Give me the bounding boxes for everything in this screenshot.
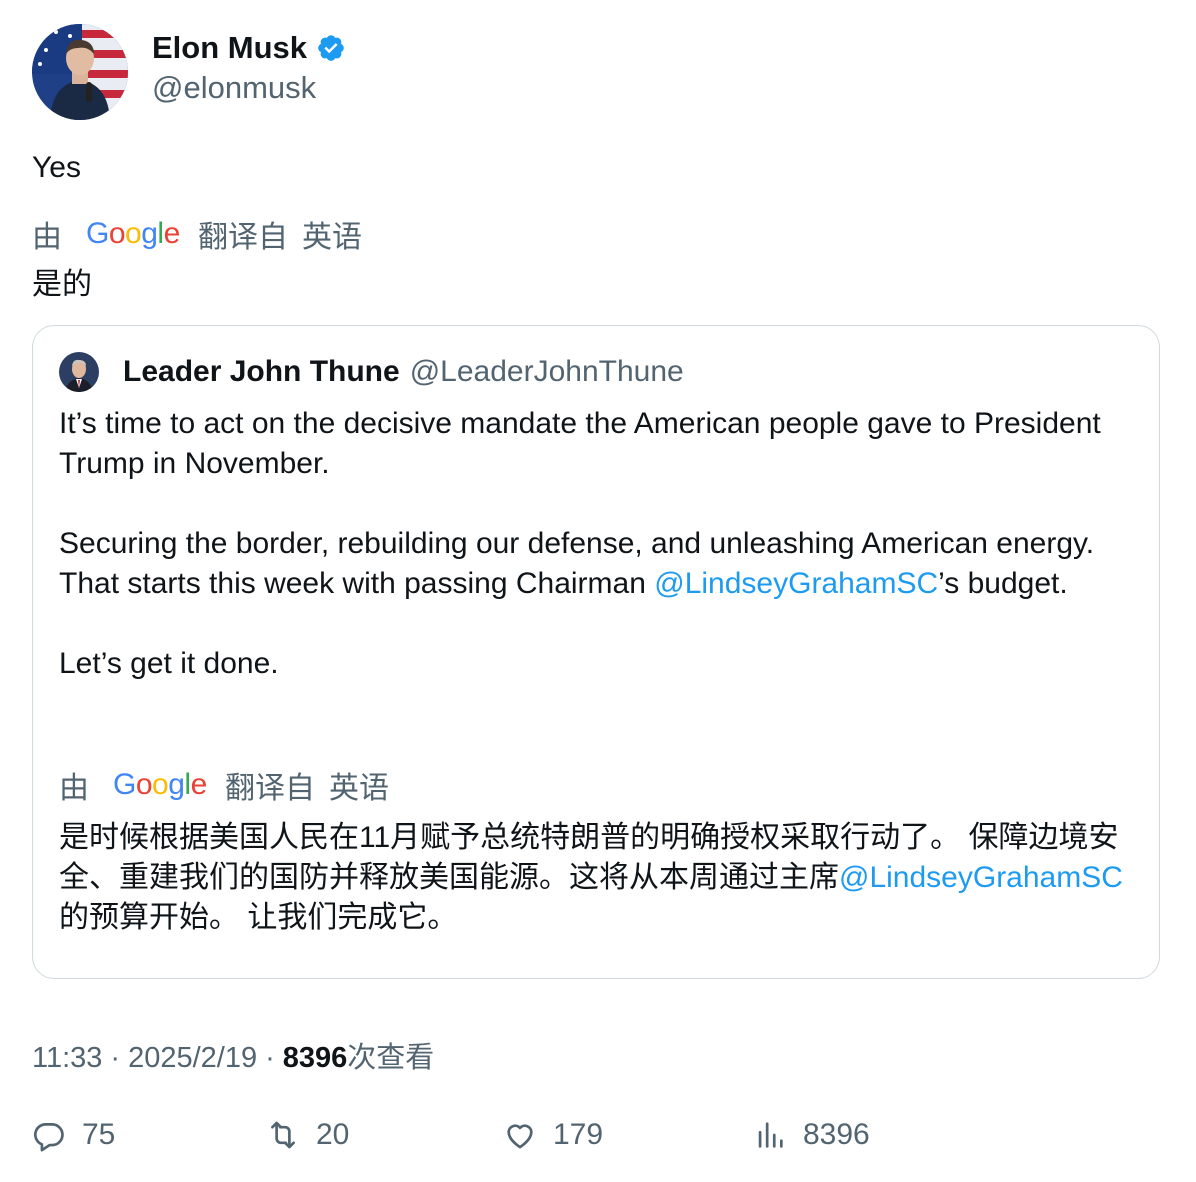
quoted-tweet-text: It’s time to act on the decisive mandate… xyxy=(59,404,1139,684)
tweet-time[interactable]: 11:33 xyxy=(32,1042,102,1074)
reply-button[interactable]: 75 xyxy=(32,1118,115,1152)
meta-separator: · xyxy=(110,1042,121,1074)
profile-photo-icon xyxy=(59,352,99,392)
quoted-paragraph-text: ’s budget. xyxy=(938,567,1068,600)
translated-by-prefix: 由 xyxy=(32,221,62,254)
retweet-icon xyxy=(271,1121,295,1149)
views-label: 次查看 xyxy=(347,1042,435,1074)
views-action-count: 8396 xyxy=(803,1118,870,1151)
author-name-text: Elon Musk xyxy=(152,30,308,65)
quoted-author-name[interactable]: Leader John Thune xyxy=(123,355,400,389)
quoted-author-handle[interactable]: @LeaderJohnThune xyxy=(410,355,684,389)
meta-separator: · xyxy=(265,1042,275,1074)
reply-count: 75 xyxy=(82,1118,116,1151)
google-logo-icon: Google xyxy=(113,768,207,801)
quoted-tweet[interactable]: Leader John Thune @LeaderJohnThune It’s … xyxy=(32,325,1160,979)
heart-icon xyxy=(507,1124,533,1149)
retweet-button[interactable]: 20 xyxy=(266,1118,349,1152)
quoted-paragraph: Securing the border, rebuilding our defe… xyxy=(59,524,1139,604)
analytics-icon xyxy=(758,1122,783,1148)
like-count: 179 xyxy=(553,1118,604,1151)
tweet-actions: 75 20 179 8396 xyxy=(32,1118,1162,1166)
tweet-text: Yes xyxy=(32,151,81,184)
mention-link[interactable]: @LindseyGrahamSC xyxy=(839,861,1123,894)
tweet-meta: 11:33 · 2025/2/19 · 8396次查看 xyxy=(32,1034,434,1076)
quoted-author-avatar[interactable] xyxy=(59,352,99,392)
quoted-tweet-header: Leader John Thune @LeaderJohnThune xyxy=(59,352,684,392)
tweet-translated-text: 是的 xyxy=(32,268,92,301)
quoted-paragraph: It’s time to act on the decisive mandate… xyxy=(59,407,1101,480)
translation-language[interactable]: 英语 xyxy=(329,763,389,807)
translated-from-text: 翻译自 xyxy=(198,221,288,254)
author-names: Elon Musk @elonmusk xyxy=(152,30,346,108)
svg-text:Google: Google xyxy=(113,768,207,801)
author-handle[interactable]: @elonmusk xyxy=(152,68,346,108)
profile-photo-icon xyxy=(32,24,128,120)
retweet-count: 20 xyxy=(316,1118,350,1151)
verified-badge-icon xyxy=(318,35,344,61)
translated-by-prefix: 由 xyxy=(59,772,89,805)
translation-language[interactable]: 英语 xyxy=(302,212,362,256)
translated-by-label: 由 Google 翻译自 英语 xyxy=(59,763,389,807)
translated-text: 的预算开始。 让我们完成它。 xyxy=(59,901,458,934)
translated-from-text: 翻译自 xyxy=(225,772,315,805)
tweet-author: Elon Musk @elonmusk xyxy=(32,24,1162,120)
translated-by-label: 由 Google 翻译自 英语 xyxy=(32,212,362,256)
tweet-date[interactable]: 2025/2/19 xyxy=(128,1042,257,1074)
mention-link[interactable]: @LindseyGrahamSC xyxy=(654,567,938,600)
google-logo-icon: Google xyxy=(86,217,180,250)
author-display-name[interactable]: Elon Musk xyxy=(152,30,346,66)
views-button[interactable]: 8396 xyxy=(753,1118,870,1152)
quoted-translated-text: 是时候根据美国人民在11月赋予总统特朗普的明确授权采取行动了。 保障边境安全、重… xyxy=(59,818,1139,938)
svg-text:Google: Google xyxy=(86,217,180,250)
quoted-paragraph: Let’s get it done. xyxy=(59,647,279,680)
reply-icon xyxy=(33,1123,64,1152)
author-avatar[interactable] xyxy=(32,24,128,120)
views-count: 8396 xyxy=(282,1042,348,1074)
like-button[interactable]: 179 xyxy=(503,1118,603,1152)
